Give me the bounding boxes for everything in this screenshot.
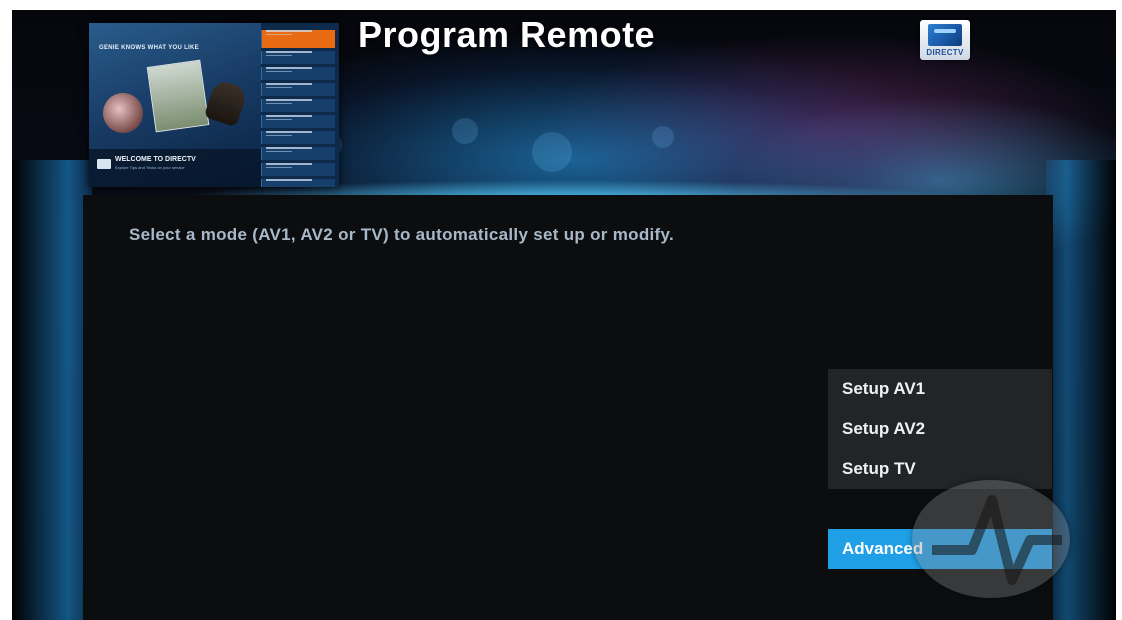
preview-artwork: GENIE KNOWS WHAT YOU LIKE WELCOME TO DIR… [89,23,261,187]
background-glow-left [12,160,92,620]
page-title: Program Remote [358,14,656,55]
setup-menu: Setup AV1 Setup AV2 Setup TV [828,369,1052,489]
preview-footer: WELCOME TO DIRECTV Explore Tips and Tric… [89,149,261,187]
instruction-text: Select a mode (AV1, AV2 or TV) to automa… [129,225,675,244]
setup-av1-button[interactable]: Setup AV1 [828,369,1052,409]
menu-item-label: Setup AV1 [842,379,926,398]
directv-logo-icon: DIRECTV [920,20,970,60]
menu-item-label: Setup AV2 [842,419,926,438]
preview-menu-item [261,67,335,80]
preview-figure-image [103,93,143,133]
preview-side-menu [261,27,335,187]
watermark-logo-icon [912,480,1070,598]
video-preview[interactable]: GENIE KNOWS WHAT YOU LIKE WELCOME TO DIR… [89,23,339,187]
preview-menu-item [261,51,335,64]
content-panel: Select a mode (AV1, AV2 or TV) to automa… [83,195,1053,620]
background-bokeh [532,132,572,172]
preview-welcome-text: WELCOME TO DIRECTV [115,156,196,163]
preview-figure-image [203,78,249,128]
preview-menu-item [261,83,335,96]
setup-av2-button[interactable]: Setup AV2 [828,409,1052,449]
tv-screen: GENIE KNOWS WHAT YOU LIKE WELCOME TO DIR… [12,10,1116,620]
preview-menu-item [261,131,335,144]
preview-menu-item [261,163,335,176]
preview-poster-image [146,59,210,133]
preview-menu-item [261,147,335,160]
preview-headline: GENIE KNOWS WHAT YOU LIKE [99,45,199,51]
preview-menu-item [261,99,335,112]
menu-item-label: Setup TV [842,459,916,478]
directv-small-logo-icon [97,159,111,169]
brand-name: DIRECTV [926,48,964,57]
preview-menu-item [261,115,335,128]
directv-mark [928,24,962,46]
preview-menu-item [261,179,335,187]
preview-menu-item [261,30,335,48]
background-bokeh [452,118,478,144]
preview-subtitle: Explore Tips and Tricks on your service [115,165,185,170]
background-bokeh [652,126,674,148]
